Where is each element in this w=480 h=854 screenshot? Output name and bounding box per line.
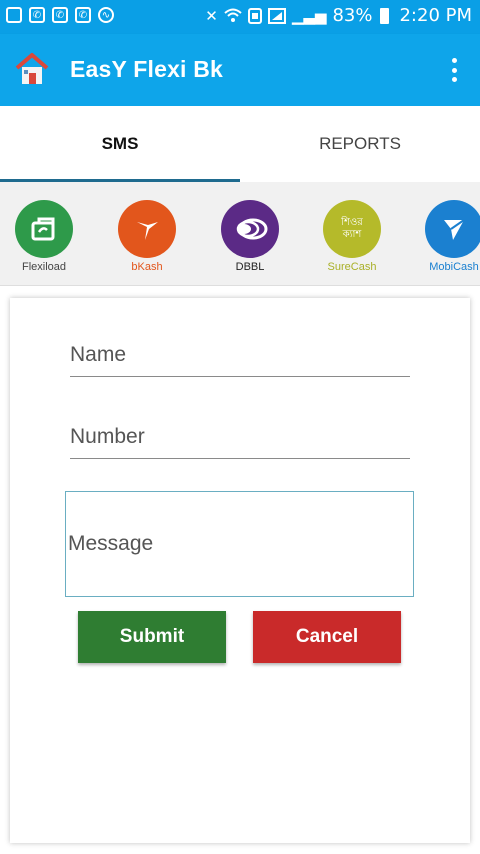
battery-percentage: 83% [332,5,373,26]
service-dbbl[interactable]: DBBL [210,200,290,273]
service-mobicash[interactable]: MobiCash [414,200,480,273]
service-label: bKash [131,261,163,273]
missed-call-icon: ✆ [75,7,91,23]
service-bkash[interactable]: bKash [107,200,187,273]
tab-sms[interactable]: SMS [0,106,240,182]
tab-reports[interactable]: REPORTS [240,106,480,182]
mute-icon: ✕ [205,6,218,25]
flexiload-icon [15,200,73,258]
service-label: DBBL [235,261,265,273]
service-surecash[interactable]: শিওর ক্যাশ SureCash [312,200,392,273]
home-icon[interactable] [14,52,50,86]
dbbl-logo-icon [221,200,279,258]
missed-call-icon: ✆ [52,7,68,23]
missed-call-icon: ✆ [29,7,45,23]
mobicash-logo-icon [425,200,480,258]
messenger-icon: ∿ [98,7,114,23]
service-label: MobiCash [429,261,479,273]
battery-icon [380,7,390,24]
service-label: Flexiload [21,261,67,273]
number-input[interactable] [70,415,410,459]
cancel-button[interactable]: Cancel [253,611,401,663]
service-strip: Flexiload bKash DBBL শিওর ক্যাশ SureCash… [0,182,480,286]
network-icon [267,7,286,24]
notification-icons: ✆ ✆ ✆ ∿ [6,7,114,23]
wifi-icon [224,8,242,22]
overflow-menu-icon[interactable] [452,58,458,82]
service-flexiload[interactable]: Flexiload [4,200,84,273]
app-title: EasY Flexi Bk [70,56,224,82]
submit-button[interactable]: Submit [78,611,226,663]
app-bar: EasY Flexi Bk [0,34,480,106]
name-input[interactable] [70,333,410,377]
sms-form-card: Submit Cancel [10,298,470,843]
signal-icon: ▁▃▅ [291,6,327,25]
status-bar: ✆ ✆ ✆ ∿ ✕ ▁▃▅ 83% 2:20 PM [0,0,480,34]
surecash-logo-text: শিওর ক্যাশ [341,217,363,240]
message-input[interactable] [65,491,414,597]
screenshot-notification-icon [6,7,22,23]
tab-bar: SMS REPORTS [0,106,480,182]
service-label: SureCash [327,261,377,273]
system-icons: ✕ ▁▃▅ 83% 2:20 PM [205,5,472,26]
bkash-bird-icon [118,200,176,258]
clock: 2:20 PM [399,5,472,26]
surecash-logo-icon: শিওর ক্যাশ [323,200,381,258]
data-icon [247,7,262,24]
